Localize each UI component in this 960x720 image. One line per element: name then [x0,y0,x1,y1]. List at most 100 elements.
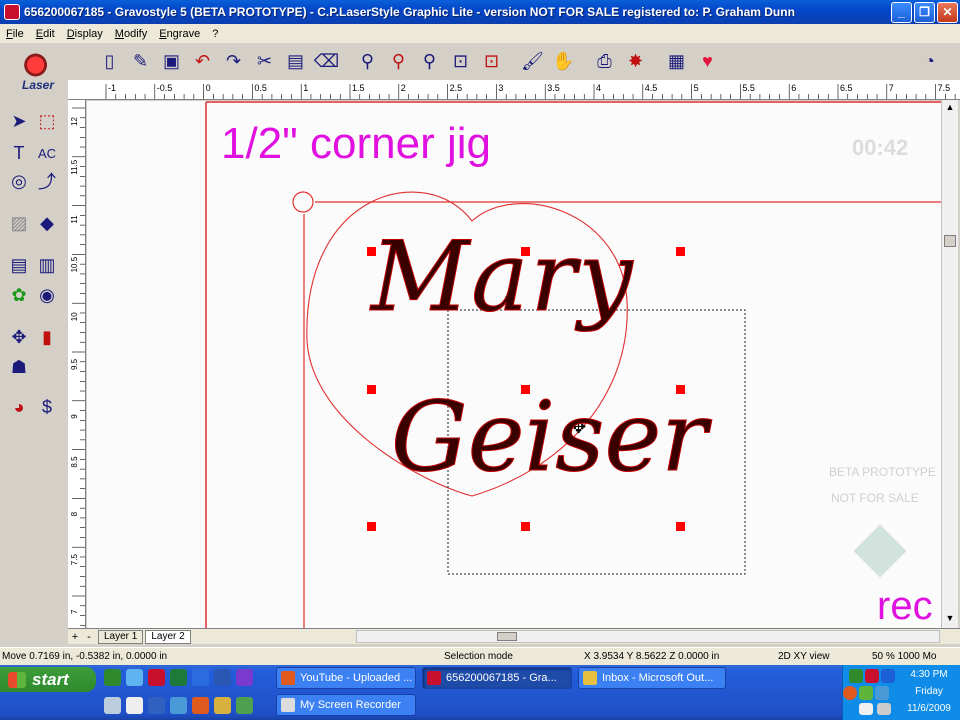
selection-handle[interactable] [521,247,530,256]
frame-icon[interactable]: ⬚ [34,108,60,134]
menu-modify[interactable]: Modify [109,28,153,40]
scroll-down-icon[interactable]: ▼ [944,613,956,625]
task-outlook[interactable]: Inbox - Microsoft Out... [578,667,726,689]
windows-flag-icon [8,671,26,688]
tray-icon[interactable] [875,686,889,700]
selection-handle[interactable] [676,522,685,531]
start-button[interactable]: start [0,667,96,692]
pen-icon[interactable]: ✎ [127,48,154,75]
quicklaunch-icon-4[interactable] [170,697,187,714]
menu-file[interactable]: File [0,28,30,40]
zoom-out-icon[interactable]: ⚲ [385,48,412,75]
selection-handle[interactable] [367,385,376,394]
engrave-icon[interactable]: ▦ [663,48,690,75]
task-gravostyle[interactable]: 656200067185 - Gra... [422,667,572,689]
cut-icon[interactable]: ✂ [251,48,278,75]
cost-icon[interactable]: $ [34,394,60,420]
task-youtube[interactable]: YouTube - Uploaded ... [276,667,416,689]
name-line-2[interactable]: Geiser [390,381,707,494]
move-icon[interactable]: ✥ [6,324,32,350]
print-icon[interactable]: ⎙ [591,48,618,75]
selection-handle[interactable] [676,385,685,394]
quicklaunch-icon-5[interactable] [214,697,231,714]
excel-icon[interactable] [170,669,187,686]
text-icon[interactable]: T [6,140,32,166]
volume-icon[interactable] [877,703,891,715]
app-icon-3[interactable] [236,669,253,686]
library-icon[interactable]: ▥ [34,252,60,278]
eye-icon[interactable]: ◉ [34,282,60,308]
close-button[interactable]: ✕ [937,1,958,23]
redo-icon[interactable]: ↷ [220,48,247,75]
layer-tab-2[interactable]: Layer 2 [145,629,191,644]
undo-icon[interactable]: ↶ [189,48,216,75]
selection-handle[interactable] [367,522,376,531]
mail-icon[interactable] [859,703,873,715]
zoom-icon[interactable]: ⚲ [354,48,381,75]
tray-icon[interactable] [881,669,895,683]
scanner-icon[interactable]: ▤ [6,252,32,278]
quicklaunch-icon[interactable] [104,669,121,686]
quicklaunch-icon-6[interactable] [236,697,253,714]
document-icon[interactable]: ▤ [282,48,309,75]
node-icon[interactable]: ⤴ [34,168,60,194]
app-icon-2[interactable] [192,669,209,686]
pointer-icon[interactable]: ➤ [6,108,32,134]
disc-icon[interactable]: ◔ [916,48,943,75]
vertical-scrollbar[interactable]: ▲ ▼ [941,100,958,628]
app-icon[interactable] [4,4,20,20]
new-icon[interactable]: ▯ [96,48,123,75]
user-icon[interactable]: ☗ [6,354,32,380]
selection-handle[interactable] [676,247,685,256]
task-recorder[interactable]: My Screen Recorder [276,694,416,716]
bitmap-icon[interactable]: ▨ [6,210,32,236]
menu-edit[interactable]: Edit [30,28,61,40]
tray-icon[interactable] [859,686,873,700]
zoom-fit-icon[interactable]: ⊡ [447,48,474,75]
task-label: 656200067185 - Gra... [446,672,557,684]
selection-handle[interactable] [521,522,530,531]
remove-layer-button[interactable]: - [82,631,96,643]
maximize-button[interactable]: ❐ [914,1,935,23]
quicklaunch-icon-2[interactable] [104,697,121,714]
color-icon[interactable]: ◕ [6,394,32,420]
name-line-1[interactable]: Mary [371,221,635,334]
text-style-icon[interactable]: AC [34,140,60,166]
filezilla-icon[interactable] [148,669,165,686]
selection-handle[interactable] [367,247,376,256]
ie-icon[interactable] [126,669,143,686]
add-layer-button[interactable]: + [68,631,82,643]
clipart-icon[interactable]: ◆ [34,210,60,236]
menu-help[interactable]: ? [206,28,224,40]
laser-logo: Laser [4,45,64,93]
brush-icon[interactable]: 🖌 [519,48,546,75]
zoom-selection-icon[interactable]: ⊡ [478,48,505,75]
clock-time[interactable]: 4:30 PM [899,669,959,680]
minimize-button[interactable]: _ [891,1,912,23]
eraser-icon[interactable]: ⌫ [313,48,340,75]
scroll-up-icon[interactable]: ▲ [944,102,956,114]
hscroll-thumb[interactable] [497,632,517,641]
menu-engrave[interactable]: Engrave [153,28,206,40]
quicklaunch-icon-3[interactable] [126,697,143,714]
duplicate-icon[interactable]: ▮ [34,324,60,350]
tray-icon[interactable] [865,669,879,683]
tray-icon[interactable] [849,669,863,683]
save-icon[interactable]: ▣ [158,48,185,75]
layer-tab-1[interactable]: Layer 1 [98,629,144,644]
shapes-icon[interactable]: ◎ [6,168,32,194]
selection-handle[interactable] [521,385,530,394]
firefox-icon[interactable] [192,697,209,714]
drawing-canvas[interactable]: ✥ 1/2" corner jig 00:42 Mary Geiser BETA… [87,101,941,628]
heart-icon[interactable]: ♥ [694,48,721,75]
horizontal-scrollbar[interactable] [356,630,940,643]
media-icon[interactable] [148,697,165,714]
scroll-thumb[interactable] [944,235,956,247]
laser-icon[interactable]: ✸ [622,48,649,75]
zoom-page-icon[interactable]: ⚲ [416,48,443,75]
tray-expand-icon[interactable] [843,686,857,700]
hand-icon[interactable]: ✋ [550,48,577,75]
menu-display[interactable]: Display [61,28,109,40]
word-icon[interactable] [214,669,231,686]
vectorize-icon[interactable]: ✿ [6,282,32,308]
